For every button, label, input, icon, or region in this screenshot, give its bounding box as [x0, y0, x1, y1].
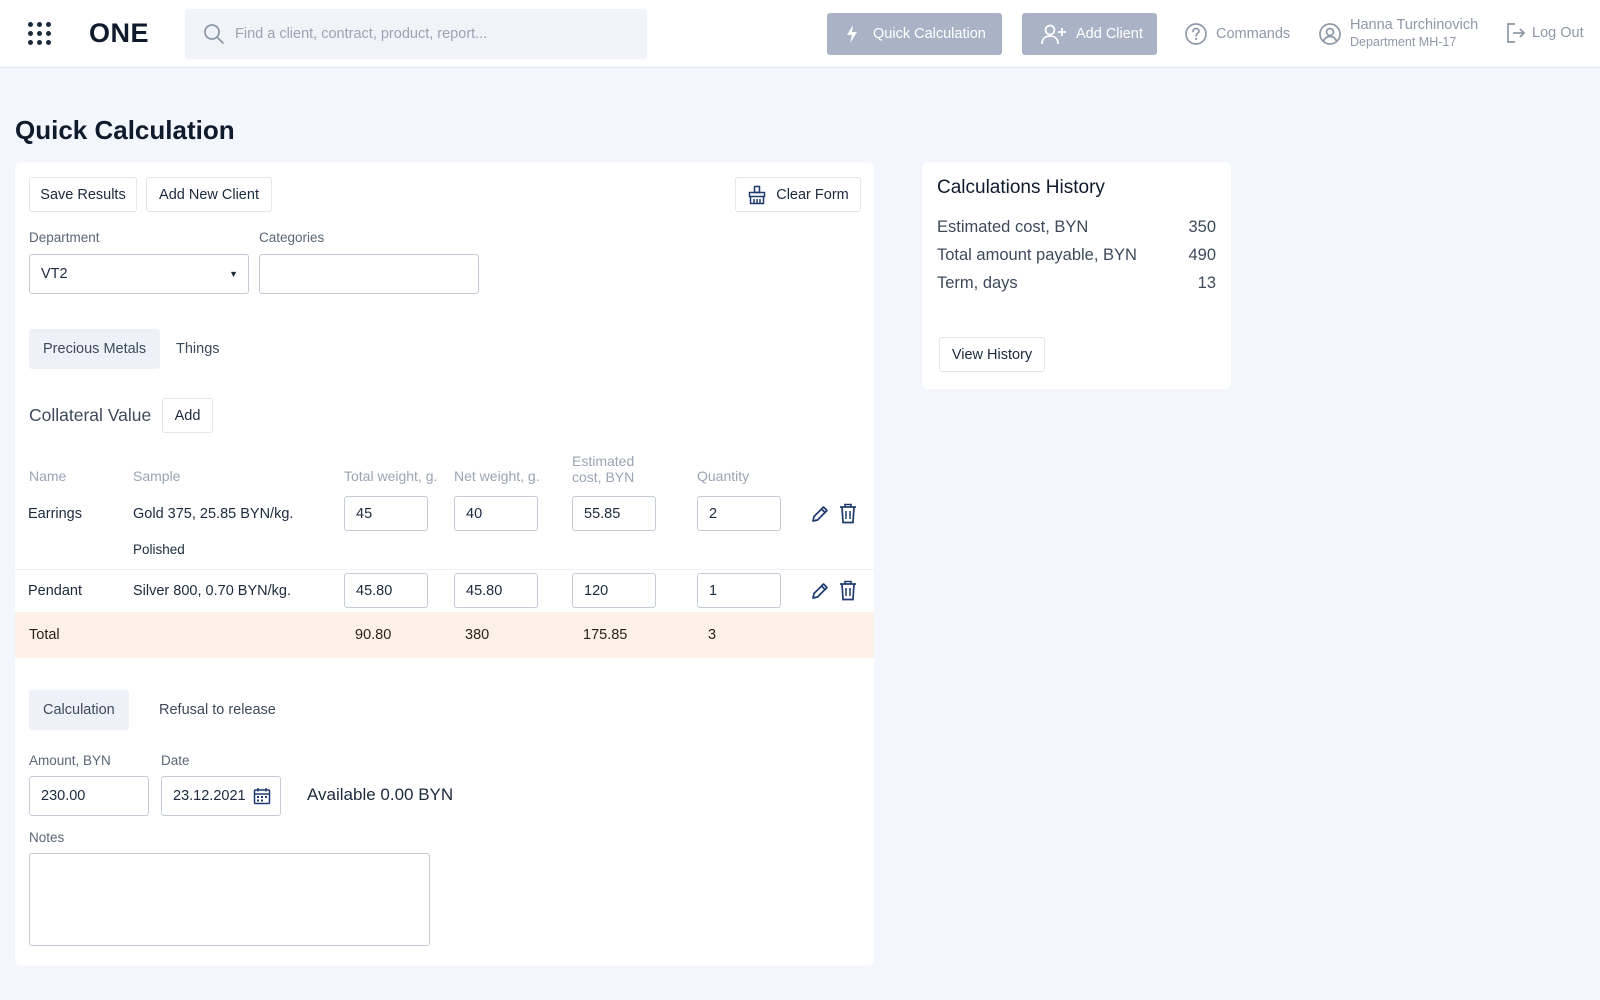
- logout-label: Log Out: [1532, 25, 1584, 41]
- quick-calculation-label: Quick Calculation: [873, 26, 986, 42]
- row-2-quantity-input[interactable]: 1: [697, 573, 781, 608]
- broom-icon: [748, 185, 766, 204]
- history-row-term: Term, days 13: [937, 274, 1216, 293]
- quantity-sum: 3: [708, 627, 717, 643]
- total-weight-sum: 90.80: [355, 627, 392, 643]
- notes-textarea[interactable]: [29, 853, 430, 946]
- date-value: 23.12.2021: [173, 788, 246, 804]
- pencil-icon[interactable]: [810, 581, 830, 601]
- row-1-cost-input[interactable]: 55.85: [572, 496, 656, 531]
- history-row-label: Term, days: [937, 274, 1018, 292]
- commands-link[interactable]: Commands: [1184, 22, 1290, 46]
- collateral-value-title: Collateral Value: [29, 405, 152, 425]
- row-2-name: Pendant: [28, 583, 83, 599]
- logout-icon: [1507, 23, 1526, 43]
- clear-form-button[interactable]: Clear Form: [735, 177, 861, 212]
- notes-label: Notes: [29, 830, 65, 845]
- row-2-cost-input[interactable]: 120: [572, 573, 656, 608]
- top-bar: ONE Quick Calculation Add Client Command…: [0, 0, 1600, 68]
- column-header-total-weight: Total weight, g.: [344, 468, 438, 484]
- clear-form-label: Clear Form: [776, 186, 849, 203]
- column-header-sample: Sample: [133, 468, 181, 484]
- pencil-icon[interactable]: [810, 504, 830, 524]
- view-history-button[interactable]: View History: [939, 337, 1045, 372]
- column-header-name: Name: [29, 468, 67, 484]
- logout-link[interactable]: Log Out: [1506, 22, 1584, 44]
- history-row-label: Estimated cost, BYN: [937, 218, 1089, 236]
- user-circle-icon: [1319, 23, 1341, 45]
- global-search: [185, 9, 647, 59]
- tab-things[interactable]: Things: [162, 329, 234, 369]
- tab-calculation[interactable]: Calculation: [29, 690, 129, 730]
- user-name: Hanna Turchinovich: [1350, 17, 1479, 33]
- quick-calculation-button[interactable]: Quick Calculation: [827, 13, 1002, 55]
- column-header-estimated-cost: Estimated cost, BYN: [572, 453, 635, 485]
- total-label: Total: [29, 627, 60, 643]
- history-title: Calculations History: [937, 177, 1105, 198]
- row-2-total-weight-input[interactable]: 45.80: [344, 573, 428, 608]
- calculations-history-card: Calculations History Estimated cost, BYN…: [922, 162, 1231, 389]
- categories-label: Categories: [259, 230, 325, 245]
- row-1-quantity-input[interactable]: 2: [697, 496, 781, 531]
- user-department: Department MH-17: [1350, 35, 1457, 49]
- history-row-value: 350: [1188, 218, 1216, 236]
- row-2-net-weight-input[interactable]: 45.80: [454, 573, 538, 608]
- available-balance: Available 0.00 BYN: [307, 785, 454, 804]
- app-logo[interactable]: ONE: [89, 18, 149, 49]
- department-value: VT2: [41, 266, 68, 282]
- calculation-card: Save Results Add New Client Clear Form D…: [15, 162, 874, 966]
- commands-label: Commands: [1216, 26, 1291, 42]
- row-divider: [15, 569, 874, 570]
- add-client-label: Add Client: [1076, 26, 1143, 42]
- tab-precious-metals[interactable]: Precious Metals: [29, 329, 161, 369]
- total-row: Total 90.80 380 175.85 3: [15, 612, 874, 658]
- chevron-down-icon: ▼: [229, 269, 238, 279]
- lightning-icon: [847, 25, 857, 43]
- row-1-name: Earrings: [28, 506, 82, 522]
- history-row-value: 13: [1197, 274, 1216, 292]
- search-input[interactable]: [235, 9, 635, 59]
- page-title: Quick Calculation: [15, 115, 235, 145]
- save-results-button[interactable]: Save Results: [29, 177, 137, 212]
- trash-icon[interactable]: [839, 503, 857, 524]
- row-1-net-weight-input[interactable]: 40: [454, 496, 538, 531]
- calendar-icon[interactable]: [253, 787, 271, 805]
- net-weight-sum: 380: [465, 627, 490, 643]
- history-row-value: 490: [1188, 246, 1216, 264]
- apps-grid-icon[interactable]: [28, 22, 52, 46]
- department-label: Department: [29, 230, 100, 245]
- question-circle-icon: [1185, 23, 1207, 45]
- department-select[interactable]: VT2 ▼: [29, 254, 249, 294]
- user-profile[interactable]: Hanna Turchinovich Department MH-17: [1318, 16, 1478, 50]
- cost-sum: 175.85: [583, 627, 628, 643]
- row-1-sample: Gold 375, 25.85 BYN/kg.: [133, 506, 294, 522]
- add-client-button[interactable]: Add Client: [1022, 13, 1157, 55]
- add-user-icon: [1041, 24, 1066, 45]
- trash-icon[interactable]: [839, 580, 857, 601]
- history-row-estimated-cost: Estimated cost, BYN 350: [937, 218, 1216, 237]
- row-1-total-weight-input[interactable]: 45: [344, 496, 428, 531]
- search-icon: [204, 24, 224, 44]
- column-header-quantity: Quantity: [697, 468, 750, 484]
- row-2-sample: Silver 800, 0.70 BYN/kg.: [133, 583, 291, 599]
- column-header-net-weight: Net weight, g.: [454, 468, 540, 484]
- row-1-note: Polished: [133, 542, 185, 557]
- amount-label: Amount, BYN: [29, 753, 111, 768]
- tab-refusal-to-release[interactable]: Refusal to release: [145, 690, 290, 730]
- add-collateral-button[interactable]: Add: [162, 398, 213, 433]
- categories-field[interactable]: [259, 254, 479, 294]
- history-row-label: Total amount payable, BYN: [937, 246, 1137, 264]
- history-row-total-payable: Total amount payable, BYN 490: [937, 246, 1216, 265]
- add-new-client-button[interactable]: Add New Client: [146, 177, 272, 212]
- date-label: Date: [161, 753, 190, 768]
- amount-input[interactable]: 230.00: [29, 776, 149, 816]
- date-input[interactable]: 23.12.2021: [161, 776, 281, 816]
